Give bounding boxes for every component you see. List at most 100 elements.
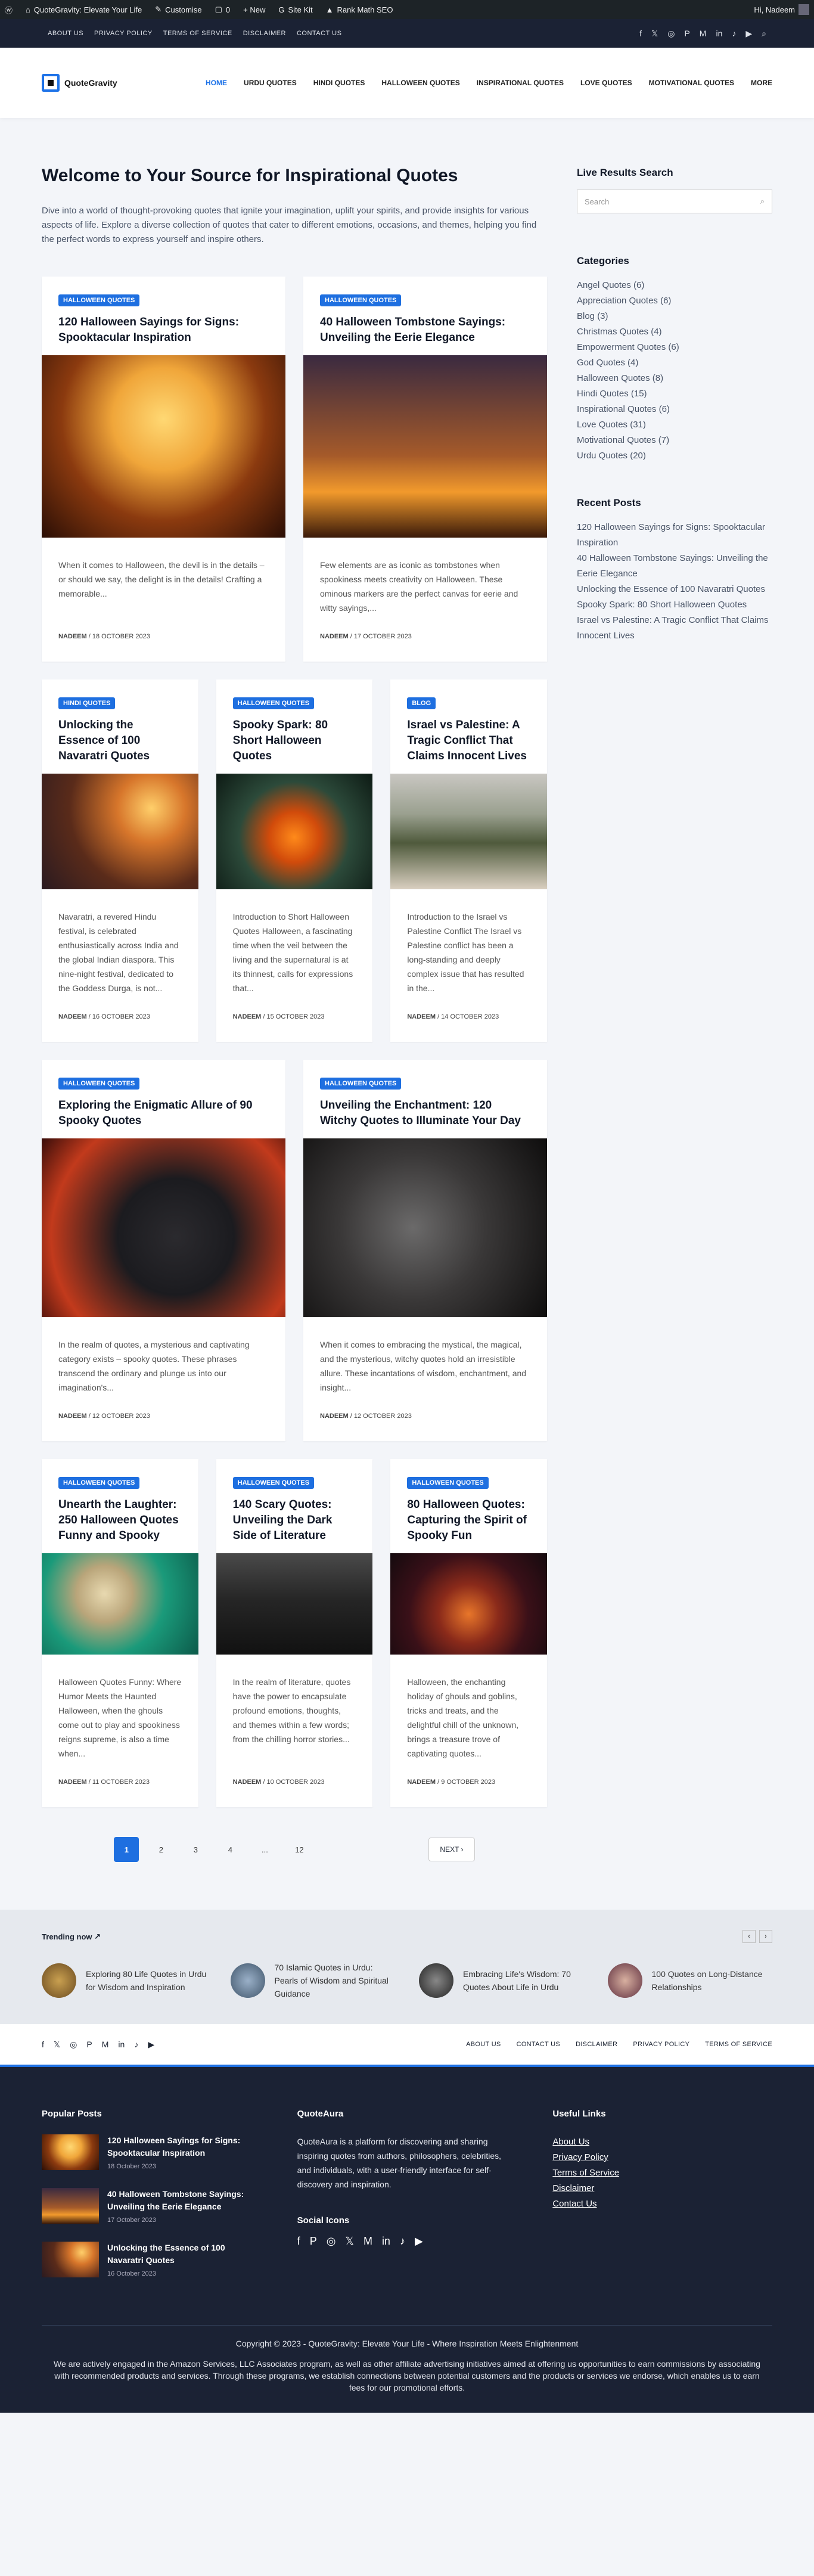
recent-post-link[interactable]: 120 Halloween Sayings for Signs: Spookta… (577, 520, 772, 551)
trending-item[interactable]: 70 Islamic Quotes in Urdu: Pearls of Wis… (230, 1961, 396, 2000)
admin-user-link[interactable]: Hi, Nadeem (754, 4, 809, 15)
popular-post[interactable]: Unlocking the Essence of 100 Navaratri Q… (42, 2242, 262, 2277)
popular-post-title[interactable]: Unlocking the Essence of 100 Navaratri Q… (107, 2242, 262, 2267)
category-link[interactable]: God Quotes (4) (577, 355, 772, 371)
category-badge[interactable]: HALLOWEEN QUOTES (232, 697, 315, 709)
useful-link[interactable]: Contact Us (552, 2196, 772, 2212)
x-icon[interactable]: 𝕏 (54, 2040, 60, 2050)
instagram-icon[interactable]: ◎ (70, 2040, 77, 2050)
post-title[interactable]: 140 Scary Quotes: Unveiling the Dark Sid… (233, 1497, 356, 1544)
next-page-button[interactable]: NEXT › (428, 1838, 475, 1861)
post-author[interactable]: NADEEM (320, 633, 349, 640)
medium-icon[interactable]: M (102, 2040, 109, 2050)
category-badge[interactable]: HALLOWEEN QUOTES (232, 1477, 315, 1489)
page-link[interactable]: 3 (183, 1837, 208, 1862)
nav-item[interactable]: URDU QUOTES (244, 79, 297, 87)
nav-item[interactable]: LOVE QUOTES (580, 79, 632, 87)
top-link[interactable]: PRIVACY POLICY (94, 30, 153, 37)
post-thumbnail[interactable] (303, 355, 547, 538)
nav-item[interactable]: HOME (206, 79, 227, 87)
post-thumbnail[interactable] (303, 1138, 547, 1317)
category-badge[interactable]: HALLOWEEN QUOTES (58, 1078, 140, 1090)
prev-arrow-icon[interactable]: ‹ (742, 1930, 756, 1943)
category-badge[interactable]: HALLOWEEN QUOTES (58, 294, 140, 306)
post-thumbnail[interactable] (42, 1138, 285, 1317)
post-thumbnail[interactable] (42, 774, 198, 889)
category-badge[interactable]: HALLOWEEN QUOTES (58, 1477, 140, 1489)
post-author[interactable]: NADEEM (58, 1413, 87, 1420)
x-icon[interactable]: 𝕏 (651, 29, 658, 39)
post-author[interactable]: NADEEM (58, 633, 87, 640)
category-link[interactable]: Appreciation Quotes (6) (577, 293, 772, 309)
post-thumbnail[interactable] (390, 774, 548, 889)
post-thumbnail[interactable] (390, 1553, 548, 1655)
post-author[interactable]: NADEEM (58, 1779, 87, 1786)
footer-link[interactable]: CONTACT US (517, 2041, 561, 2048)
post-title[interactable]: 80 Halloween Quotes: Capturing the Spiri… (407, 1497, 530, 1544)
linkedin-icon[interactable]: in (118, 2040, 125, 2050)
search-icon[interactable]: ⌕ (762, 29, 766, 39)
post-author[interactable]: NADEEM (58, 1013, 87, 1020)
category-link[interactable]: Love Quotes (31) (577, 417, 772, 433)
post-thumbnail[interactable] (42, 1553, 198, 1655)
popular-post[interactable]: 120 Halloween Sayings for Signs: Spookta… (42, 2134, 262, 2170)
post-thumbnail[interactable] (42, 355, 285, 538)
x-icon[interactable]: 𝕏 (345, 2235, 354, 2248)
post-author[interactable]: NADEEM (407, 1779, 436, 1786)
page-link[interactable]: 12 (287, 1837, 312, 1862)
nav-item[interactable]: MOTIVATIONAL QUOTES (649, 79, 734, 87)
post-title[interactable]: 40 Halloween Tombstone Sayings: Unveilin… (320, 315, 530, 346)
linkedin-icon[interactable]: in (382, 2235, 390, 2248)
facebook-icon[interactable]: f (639, 29, 642, 39)
category-badge[interactable]: HINDI QUOTES (58, 697, 116, 709)
post-author[interactable]: NADEEM (320, 1413, 349, 1420)
tiktok-icon[interactable]: ♪ (732, 29, 736, 39)
linkedin-icon[interactable]: in (716, 29, 722, 39)
category-badge[interactable]: HALLOWEEN QUOTES (407, 1477, 489, 1489)
useful-link[interactable]: Terms of Service (552, 2165, 772, 2181)
post-title[interactable]: Unearth the Laughter: 250 Halloween Quot… (58, 1497, 182, 1544)
youtube-icon[interactable]: ▶ (148, 2040, 154, 2050)
trending-item[interactable]: Embracing Life's Wisdom: 70 Quotes About… (419, 1961, 584, 2000)
top-link[interactable]: ABOUT US (48, 30, 83, 37)
popular-post[interactable]: 40 Halloween Tombstone Sayings: Unveilin… (42, 2188, 262, 2224)
category-link[interactable]: Angel Quotes (6) (577, 278, 772, 293)
post-title[interactable]: 120 Halloween Sayings for Signs: Spookta… (58, 315, 269, 346)
post-author[interactable]: NADEEM (407, 1013, 436, 1020)
pinterest-icon[interactable]: P (310, 2235, 317, 2248)
category-link[interactable]: Blog (3) (577, 309, 772, 324)
post-title[interactable]: Unlocking the Essence of 100 Navaratri Q… (58, 718, 182, 764)
page-link[interactable]: 4 (218, 1837, 243, 1862)
footer-link[interactable]: TERMS OF SERVICE (705, 2041, 772, 2048)
recent-post-link[interactable]: Unlocking the Essence of 100 Navaratri Q… (577, 582, 772, 597)
facebook-icon[interactable]: f (297, 2235, 300, 2248)
instagram-icon[interactable]: ◎ (667, 29, 675, 39)
tiktok-icon[interactable]: ♪ (134, 2040, 138, 2050)
medium-icon[interactable]: M (700, 29, 707, 39)
category-link[interactable]: Inspirational Quotes (6) (577, 402, 772, 417)
post-author[interactable]: NADEEM (233, 1779, 262, 1786)
recent-post-link[interactable]: Israel vs Palestine: A Tragic Conflict T… (577, 613, 772, 644)
nav-item[interactable]: HINDI QUOTES (313, 79, 365, 87)
admin-new-link[interactable]: + New (243, 5, 265, 14)
site-logo[interactable]: QuoteGravity (42, 74, 117, 92)
admin-comments-link[interactable]: ▢ 0 (215, 5, 231, 14)
recent-post-link[interactable]: Spooky Spark: 80 Short Halloween Quotes (577, 597, 772, 613)
post-author[interactable]: NADEEM (233, 1013, 262, 1020)
admin-customise-link[interactable]: ✎ Customise (155, 5, 201, 14)
trending-item[interactable]: Exploring 80 Life Quotes in Urdu for Wis… (42, 1961, 207, 2000)
useful-link[interactable]: Disclaimer (552, 2181, 772, 2196)
next-arrow-icon[interactable]: › (759, 1930, 772, 1943)
page-link[interactable]: 2 (148, 1837, 173, 1862)
nav-item[interactable]: MORE (751, 79, 772, 87)
wordpress-icon[interactable]: ⓦ (5, 4, 13, 15)
top-link[interactable]: TERMS OF SERVICE (163, 30, 232, 37)
useful-link[interactable]: Privacy Policy (552, 2150, 772, 2165)
nav-item[interactable]: HALLOWEEN QUOTES (381, 79, 459, 87)
top-link[interactable]: CONTACT US (297, 30, 342, 37)
pinterest-icon[interactable]: P (86, 2040, 92, 2050)
search-icon[interactable]: ⌕ (760, 197, 765, 206)
admin-rankmath-link[interactable]: ▲ Rank Math SEO (326, 5, 393, 14)
category-link[interactable]: Empowerment Quotes (6) (577, 340, 772, 355)
post-title[interactable]: Spooky Spark: 80 Short Halloween Quotes (233, 718, 356, 764)
